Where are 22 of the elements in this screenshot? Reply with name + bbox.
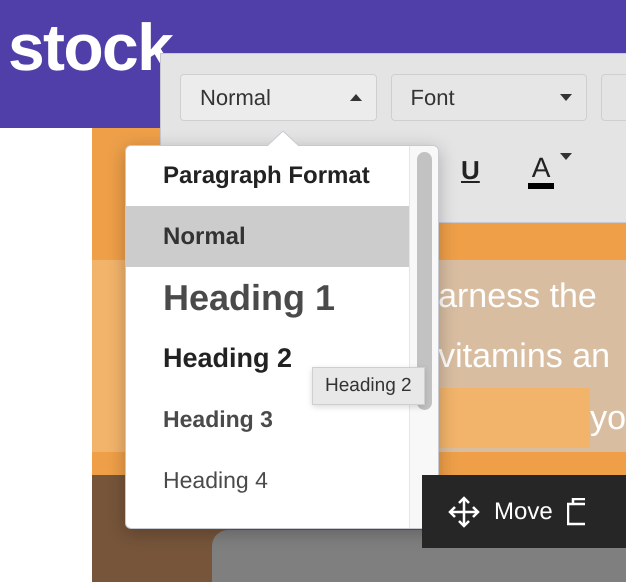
menu-item[interactable]: Normal [126,206,409,267]
body-text: arness the [438,277,597,315]
menu-item[interactable]: Heading 2 [126,328,296,389]
underline-button[interactable]: U [461,151,480,190]
scrollbar-thumb[interactable] [416,152,432,410]
move-icon [448,496,480,528]
menu-title: Paragraph Format [162,161,371,191]
copy-icon [566,498,585,526]
format-dropdown[interactable]: Normal [180,74,377,121]
logo[interactable]: stock [8,10,172,84]
menu-item[interactable]: Heading 3 [126,389,277,450]
caret-icon [350,94,362,101]
text-color-button[interactable]: A [528,152,572,188]
format-dropdown[interactable]: Font [390,74,588,121]
move-button[interactable]: Move [494,494,553,530]
menu-item[interactable]: Heading 4 [126,450,272,511]
body-text: yo [590,398,626,439]
caret-icon [560,94,572,101]
caret-icon [560,152,572,160]
menu-item[interactable]: Heading 1 [126,267,340,328]
tooltip: Heading 2 [312,367,425,405]
body-text: vitamins an [438,337,610,375]
